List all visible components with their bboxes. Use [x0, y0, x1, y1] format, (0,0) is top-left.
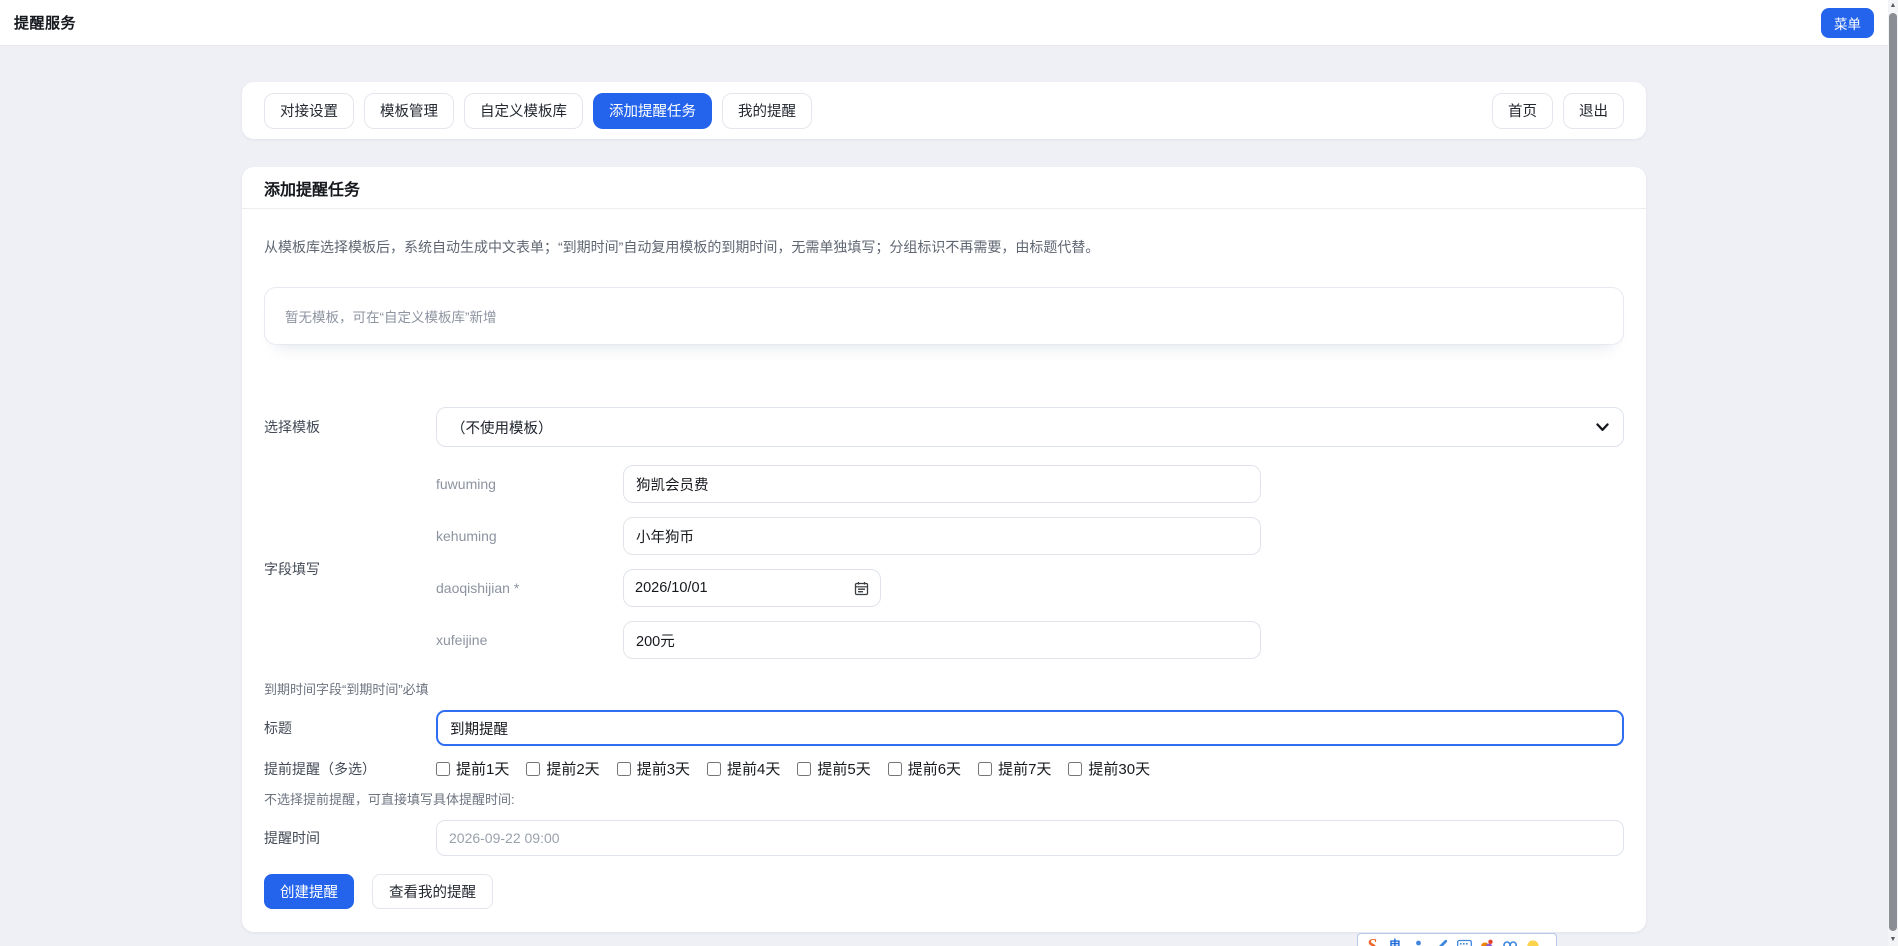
- field-row: daoqishijian * 2026/10/01: [436, 569, 1624, 607]
- advance-checkbox[interactable]: [707, 762, 721, 776]
- empty-template-box: 暂无模板，可在“自定义模板库”新增: [264, 287, 1624, 345]
- page: 提醒服务 菜单 对接设置模板管理自定义模板库添加提醒任务我的提醒 首页退出 添加…: [0, 0, 1888, 946]
- advance-option-4[interactable]: 提前4天: [707, 758, 780, 779]
- add-task-panel: 添加提醒任务 从模板库选择模板后，系统自动生成中文表单；“到期时间”自动复用模板…: [242, 167, 1646, 932]
- fields-list: fuwuming kehuming daoqishijian * 2026/10/01…: [436, 465, 1624, 673]
- title-row: 标题: [264, 710, 1624, 746]
- menu-button[interactable]: 菜单: [1821, 8, 1874, 38]
- panel-title: 添加提醒任务: [264, 176, 360, 200]
- advance-label: 提前提醒（多选）: [264, 759, 436, 779]
- panel-header: 添加提醒任务: [242, 167, 1646, 209]
- remind-time-label: 提醒时间: [264, 828, 436, 848]
- no-advance-note: 不选择提前提醒，可直接填写具体提醒时间:: [264, 789, 1624, 808]
- content: 对接设置模板管理自定义模板库添加提醒任务我的提醒 首页退出 添加提醒任务 从模板…: [242, 82, 1646, 932]
- user-icon[interactable]: [1410, 937, 1426, 946]
- palette-icon[interactable]: [1479, 937, 1495, 946]
- keyboard-icon[interactable]: [1456, 937, 1472, 946]
- field-text-input[interactable]: [623, 621, 1261, 659]
- task-form: 选择模板 （不使用模板） 字段填写 fuwuming kehuming daoqis…: [264, 407, 1624, 909]
- panel-description: 从模板库选择模板后，系统自动生成中文表单；“到期时间”自动复用模板的到期时间，无…: [264, 237, 1624, 257]
- advance-option-label: 提前2天: [546, 758, 599, 779]
- field-label: fuwuming: [436, 476, 623, 492]
- fields-label: 字段填写: [264, 559, 436, 579]
- vertical-scrollbar[interactable]: ▲ ▼: [1888, 0, 1898, 946]
- view-my-reminders-button[interactable]: 查看我的提醒: [372, 874, 493, 909]
- fields-section: 字段填写 fuwuming kehuming daoqishijian * 2026/…: [264, 465, 1624, 673]
- field-label: kehuming: [436, 528, 623, 544]
- advance-checkbox[interactable]: [436, 762, 450, 776]
- advance-option-5[interactable]: 提前5天: [797, 758, 870, 779]
- field-row: fuwuming: [436, 465, 1624, 503]
- nav-tab-duijie-shezhi[interactable]: 对接设置: [264, 93, 354, 129]
- nav-tab-moban-guanli[interactable]: 模板管理: [364, 93, 454, 129]
- nav-logout-button[interactable]: 退出: [1563, 93, 1624, 129]
- advance-checkbox[interactable]: [797, 762, 811, 776]
- advance-checkbox[interactable]: [888, 762, 902, 776]
- select-template-row: 选择模板 （不使用模板）: [264, 407, 1624, 447]
- title-input[interactable]: [436, 710, 1624, 746]
- field-row: xufeijine: [436, 621, 1624, 659]
- template-select[interactable]: （不使用模板）: [436, 407, 1624, 447]
- nav-tab-wode-tixing[interactable]: 我的提醒: [722, 93, 812, 129]
- screen: 提醒服务 菜单 对接设置模板管理自定义模板库添加提醒任务我的提醒 首页退出 添加…: [0, 0, 1898, 946]
- nav-tab-zidingyi-mobanku[interactable]: 自定义模板库: [464, 93, 583, 129]
- field-text-input[interactable]: [623, 465, 1261, 503]
- empty-template-text: 暂无模板，可在“自定义模板库”新增: [285, 306, 497, 326]
- advance-checkbox[interactable]: [1068, 762, 1082, 776]
- advance-option-2[interactable]: 提前2天: [526, 758, 599, 779]
- scrollbar-thumb[interactable]: [1889, 13, 1897, 931]
- advance-option-label: 提前30天: [1088, 758, 1150, 779]
- nav-tab-tianjia-tixing-renwu[interactable]: 添加提醒任务: [593, 93, 712, 129]
- advance-option-1[interactable]: 提前1天: [436, 758, 509, 779]
- nav-tabs: 对接设置模板管理自定义模板库添加提醒任务我的提醒: [264, 93, 812, 129]
- select-template-label: 选择模板: [264, 417, 436, 437]
- nav-card: 对接设置模板管理自定义模板库添加提醒任务我的提醒 首页退出: [242, 82, 1646, 139]
- form-actions: 创建提醒 查看我的提醒: [264, 874, 1624, 909]
- scrollbar-down-arrow-icon[interactable]: ▼: [1888, 934, 1898, 946]
- char-dian-icon[interactable]: 电: [1387, 937, 1403, 946]
- template-select-value: （不使用模板）: [451, 417, 553, 438]
- ime-toolbar[interactable]: S电: [1357, 933, 1557, 946]
- sogou-logo-icon[interactable]: S: [1364, 937, 1380, 946]
- advance-options: 提前1天 提前2天 提前3天 提前4天 提前5天 提前6天 提前7天 提前30天: [436, 758, 1624, 779]
- field-label: daoqishijian *: [436, 580, 623, 596]
- field-label: xufeijine: [436, 632, 623, 648]
- advance-option-6[interactable]: 提前6天: [888, 758, 961, 779]
- pen-icon[interactable]: [1433, 937, 1449, 946]
- top-bar: 提醒服务 菜单: [0, 0, 1888, 46]
- nav-home-button[interactable]: 首页: [1492, 93, 1553, 129]
- advance-option-label: 提前3天: [637, 758, 690, 779]
- advance-option-8[interactable]: 提前30天: [1068, 758, 1150, 779]
- advance-option-label: 提前6天: [908, 758, 961, 779]
- title-label: 标题: [264, 718, 436, 738]
- scrollbar-up-arrow-icon[interactable]: ▲: [1888, 0, 1898, 12]
- status-dots-icon[interactable]: [1502, 937, 1518, 946]
- calendar-icon: [854, 581, 869, 596]
- advance-checkbox[interactable]: [617, 762, 631, 776]
- advance-option-label: 提前7天: [998, 758, 1051, 779]
- app-title: 提醒服务: [14, 12, 76, 33]
- advance-checkbox[interactable]: [526, 762, 540, 776]
- field-date-value: 2026/10/01: [635, 580, 708, 596]
- field-row: kehuming: [436, 517, 1624, 555]
- advance-option-7[interactable]: 提前7天: [978, 758, 1051, 779]
- chevron-down-icon: [1596, 423, 1609, 432]
- create-reminder-button[interactable]: 创建提醒: [264, 874, 354, 909]
- field-date-input[interactable]: 2026/10/01: [623, 569, 881, 607]
- required-note: 到期时间字段“到期时间”必填: [264, 679, 1624, 698]
- advance-option-label: 提前1天: [456, 758, 509, 779]
- advance-option-label: 提前5天: [817, 758, 870, 779]
- advance-row: 提前提醒（多选） 提前1天 提前2天 提前3天 提前4天 提前5天 提前6天 提前7天 提前3…: [264, 758, 1624, 779]
- remind-time-input[interactable]: [436, 820, 1624, 856]
- remind-time-row: 提醒时间: [264, 820, 1624, 856]
- advance-option-3[interactable]: 提前3天: [617, 758, 690, 779]
- advance-checkbox[interactable]: [978, 762, 992, 776]
- advance-option-label: 提前4天: [727, 758, 780, 779]
- emoji-icon[interactable]: [1525, 937, 1541, 946]
- nav-right: 首页退出: [1492, 93, 1624, 129]
- field-text-input[interactable]: [623, 517, 1261, 555]
